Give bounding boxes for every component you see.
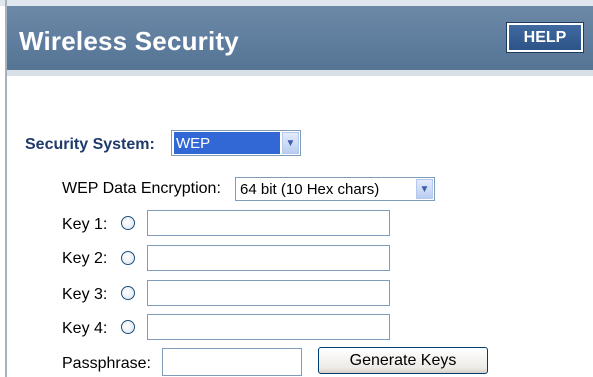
passphrase-label: Passphrase: <box>62 355 151 372</box>
key-2-input[interactable] <box>147 245 390 271</box>
key-1-input[interactable] <box>147 210 390 236</box>
chevron-down-icon[interactable]: ▼ <box>416 179 433 199</box>
key-1-label: Key 1: <box>62 216 108 233</box>
key-1-radio-icon[interactable] <box>121 216 135 230</box>
page-title: Wireless Security <box>19 26 239 56</box>
key-3-radio-icon[interactable] <box>121 286 135 300</box>
key-4-radio-icon[interactable] <box>121 320 135 334</box>
page-header: Wireless Security HELP <box>7 6 593 76</box>
wep-encryption-value: 64 bit (10 Hex chars) <box>240 180 380 198</box>
key-4-input[interactable] <box>147 314 390 340</box>
chevron-down-icon[interactable]: ▼ <box>282 132 299 154</box>
key-4-label: Key 4: <box>62 320 108 337</box>
passphrase-input[interactable] <box>162 348 302 376</box>
key-3-label: Key 3: <box>62 286 108 303</box>
key-2-radio-icon[interactable] <box>121 251 135 265</box>
security-system-value: WEP <box>174 132 280 154</box>
key-3-input[interactable] <box>147 280 390 306</box>
wep-encryption-label: WEP Data Encryption: <box>62 180 221 197</box>
help-button[interactable]: HELP <box>506 22 584 53</box>
security-system-label: Security System: <box>25 136 155 153</box>
security-system-select[interactable]: WEP ▼ <box>171 130 301 156</box>
wep-encryption-select[interactable]: 64 bit (10 Hex chars) ▼ <box>235 177 435 201</box>
key-2-label: Key 2: <box>62 250 108 267</box>
generate-keys-button[interactable]: Generate Keys <box>318 347 488 374</box>
